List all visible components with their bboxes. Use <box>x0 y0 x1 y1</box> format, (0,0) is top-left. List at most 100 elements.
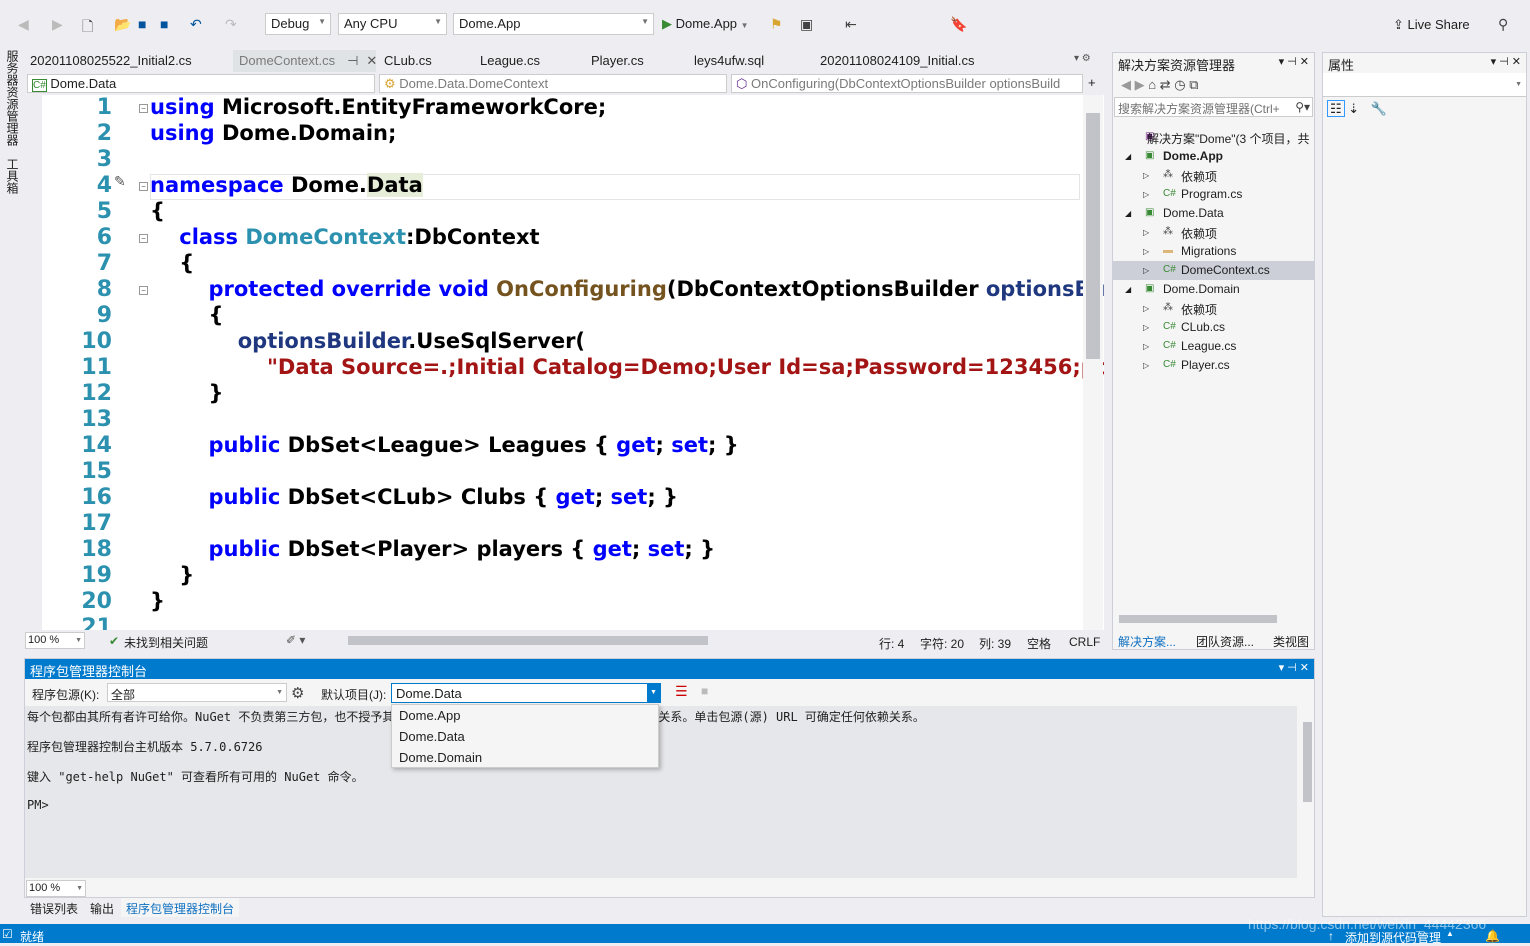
issues-status[interactable]: 未找到相关问题 <box>124 634 208 651</box>
dropdown-option[interactable]: Dome.Domain <box>392 747 658 768</box>
console-output[interactable]: 每个包都由其所有者许可给你。NuGet 不负责第三方包，也不授予其许可证。一些包… <box>25 706 1297 878</box>
pin-icon[interactable]: ⊣ <box>347 53 358 68</box>
tab-player[interactable]: Player.cs <box>585 50 650 72</box>
browser-icon[interactable]: ⚑ <box>770 16 783 33</box>
run-button[interactable]: ▶ Dome.App ▼ <box>662 16 749 32</box>
dropdown-option[interactable]: Dome.Data <box>392 726 658 747</box>
tree-item[interactable]: ▷ ▬ Migrations <box>1113 242 1314 261</box>
whitespace-indicator[interactable]: 空格 <box>1027 635 1051 652</box>
collapse-icon[interactable]: − <box>139 182 148 191</box>
tab-initial[interactable]: 20201108024109_Initial.cs <box>814 50 980 72</box>
startup-project-select[interactable]: Dome.App ▼ <box>453 13 654 35</box>
default-project-select[interactable]: Dome.Data ▼ <box>391 683 661 703</box>
collapsed-arrow-icon[interactable]: ▷ <box>1143 266 1149 275</box>
forward-icon[interactable]: ▶ <box>52 16 63 33</box>
wrench-icon[interactable]: 🔧 <box>1371 101 1387 116</box>
save-all-icon[interactable]: ■ <box>160 16 168 32</box>
close-icon[interactable]: ✕ <box>366 53 377 68</box>
sync-icon[interactable]: ⇄ <box>1160 77 1171 92</box>
tree-item[interactable]: ▷ C# CLub.cs <box>1113 318 1314 337</box>
type-dropdown[interactable]: ⚙ Dome.Data.DomeContext <box>379 74 727 93</box>
scroll-thumb[interactable] <box>1086 113 1100 359</box>
panel-controls[interactable]: ▾ ⊣ ✕ <box>1491 55 1521 68</box>
object-select[interactable]: ▼ <box>1323 73 1526 97</box>
add-to-source-control[interactable]: 添加到源代码管理 <box>1345 929 1441 946</box>
se-search-input[interactable]: 搜索解决方案资源管理器(Ctrl+ ⚲▾ <box>1114 97 1313 117</box>
feedback-icon[interactable]: ⚲ <box>1498 16 1508 33</box>
tab-class-view[interactable]: 类视图 <box>1273 633 1309 650</box>
tab-league[interactable]: League.cs <box>474 50 546 72</box>
editor-zoom-select[interactable]: 100 % ▼ <box>25 632 85 649</box>
tree-item[interactable]: ▷ ⁂ 依赖项 <box>1113 166 1314 185</box>
editor-vertical-scrollbar[interactable] <box>1083 95 1103 630</box>
expanded-arrow-icon[interactable]: ◢ <box>1125 209 1131 218</box>
tab-initial2[interactable]: 20201108025522_Initial2.cs <box>24 50 198 72</box>
config-select[interactable]: Debug ▼ <box>265 13 331 35</box>
se-horizontal-scrollbar[interactable] <box>1119 615 1277 623</box>
panel-controls[interactable]: ▾ ⊣ ✕ <box>1279 661 1309 674</box>
collapsed-arrow-icon[interactable]: ▷ <box>1143 171 1149 180</box>
tab-domecontext[interactable]: DomeContext.cs ⊣ ✕ <box>233 50 377 72</box>
collapse-icon[interactable]: − <box>139 104 148 113</box>
clear-console-icon[interactable]: ☰ <box>675 683 688 700</box>
bookmark-icon[interactable]: 🔖 <box>950 16 967 33</box>
tree-item[interactable]: ▷ C# Player.cs <box>1113 356 1314 375</box>
alphabetical-icon[interactable]: ⇣ <box>1348 101 1359 116</box>
collapse-icon[interactable]: − <box>139 234 148 243</box>
eol-indicator[interactable]: CRLF <box>1069 635 1100 649</box>
expanded-arrow-icon[interactable]: ◢ <box>1125 152 1131 161</box>
platform-select[interactable]: Any CPU ▼ <box>338 13 447 35</box>
console-scrollbar[interactable] <box>1299 706 1315 878</box>
tree-item[interactable]: ◢ ▣ Dome.Domain <box>1113 280 1314 299</box>
tab-solution-explorer[interactable]: 解决方案... <box>1118 633 1176 650</box>
tree-item[interactable]: ▣ 解决方案"Dome"(3 个项目，共 <box>1113 128 1314 147</box>
save-icon[interactable]: ■ <box>138 16 146 32</box>
tree-item[interactable]: ◢ ▣ Dome.App <box>1113 147 1314 166</box>
tab-sql[interactable]: leys4ufw.sql <box>688 50 770 72</box>
collapsed-arrow-icon[interactable]: ▷ <box>1143 190 1149 199</box>
step-icon[interactable]: ⇤ <box>845 16 857 33</box>
back-icon[interactable]: ◀ <box>1121 77 1131 92</box>
collapsed-arrow-icon[interactable]: ▷ <box>1143 323 1149 332</box>
collapsed-arrow-icon[interactable]: ▷ <box>1143 247 1149 256</box>
collapsed-arrow-icon[interactable]: ▷ <box>1143 304 1149 313</box>
tab-output[interactable]: 输出 <box>90 900 114 917</box>
notification-icon[interactable]: 🔔 <box>1485 929 1500 943</box>
new-item-icon[interactable]: 🗋 <box>82 16 93 40</box>
open-icon[interactable]: 📂 <box>114 16 131 33</box>
redo-icon[interactable]: ↷ <box>225 16 237 33</box>
undo-icon[interactable]: ↶ <box>190 16 202 33</box>
tree-item[interactable]: ▷ ⁂ 依赖项 <box>1113 299 1314 318</box>
live-share-button[interactable]: ⇪ Live Share <box>1393 17 1470 33</box>
cleanup-icon[interactable]: ✐ ▾ <box>286 633 305 647</box>
console-zoom-select[interactable]: 100 % ▼ <box>26 880 86 897</box>
tree-item[interactable]: ▷ C# League.cs <box>1113 337 1314 356</box>
tab-club[interactable]: CLub.cs <box>378 50 438 72</box>
member-dropdown[interactable]: ⬡ OnConfiguring(DbContextOptionsBuilder … <box>731 74 1083 93</box>
tab-team-explorer[interactable]: 团队资源... <box>1191 630 1260 649</box>
tree-item[interactable]: ▷ C# DomeContext.cs <box>1113 261 1314 280</box>
tree-item[interactable]: ▷ ⁂ 依赖项 <box>1113 223 1314 242</box>
tab-package-manager-console[interactable]: 程序包管理器控制台 <box>121 898 240 917</box>
panel-controls[interactable]: ▾ ⊣ ✕ <box>1279 55 1309 68</box>
project-dropdown[interactable]: C# Dome.Data <box>27 74 375 93</box>
settings-gear-icon[interactable]: ⚙ <box>291 684 304 702</box>
tab-error-list[interactable]: 错误列表 <box>30 900 78 917</box>
stop-icon[interactable]: ■ <box>701 684 708 698</box>
split-icon[interactable]: + <box>1088 75 1096 90</box>
collapse-all-icon[interactable]: ⧉ <box>1189 77 1198 92</box>
screenshot-icon[interactable]: ▣ <box>800 16 813 33</box>
server-explorer-tab[interactable]: 服务器资源管理器 <box>4 50 21 146</box>
toolbox-tab[interactable]: 工具箱 <box>4 158 21 194</box>
categorized-icon[interactable]: ☷ <box>1327 100 1345 117</box>
tree-item[interactable]: ◢ ▣ Dome.Data <box>1113 204 1314 223</box>
tab-overflow-icon[interactable]: ▾ ⚙ <box>1074 53 1091 64</box>
tree-item[interactable]: ▷ C# Program.cs <box>1113 185 1314 204</box>
home-icon[interactable]: ⌂ <box>1148 77 1156 92</box>
history-icon[interactable]: ◷ <box>1174 77 1185 92</box>
dropdown-option[interactable]: Dome.App <box>392 705 658 726</box>
code-editor[interactable]: 1 2 3 4 5 6 7 8 9 10 11 12 13 14 15 16 17 18 19 20 21 using … <box>24 95 1104 630</box>
horizontal-scrollbar[interactable] <box>348 636 708 645</box>
package-source-select[interactable]: 全部 ▼ <box>107 683 287 702</box>
collapsed-arrow-icon[interactable]: ▷ <box>1143 361 1149 370</box>
